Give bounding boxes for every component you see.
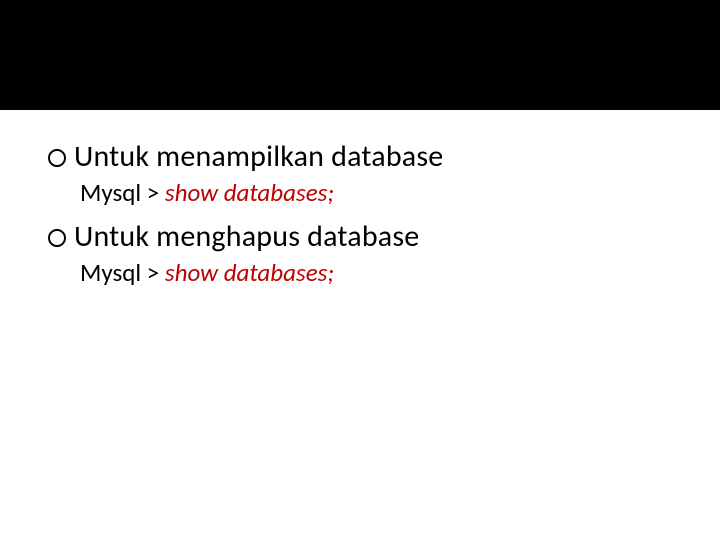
list-item: Untuk menampilkan database — [48, 138, 672, 175]
bullet-circle-icon — [48, 229, 66, 247]
command-text-2: show databases; — [165, 257, 334, 288]
bullet-circle-icon — [48, 149, 66, 167]
code-line-2: Mysql > show databases; — [80, 257, 672, 288]
prompt-text-1: Mysql > — [80, 177, 165, 208]
bullet-text-1: Untuk menampilkan database — [74, 138, 443, 175]
bullet-text-2: Untuk menghapus database — [74, 218, 419, 255]
command-text-1: show databases; — [165, 177, 334, 208]
slide-title-bar — [0, 0, 720, 110]
code-line-1: Mysql > show databases; — [80, 177, 672, 208]
prompt-text-2: Mysql > — [80, 257, 165, 288]
slide-content: Untuk menampilkan database Mysql > show … — [0, 110, 720, 288]
list-item: Untuk menghapus database — [48, 218, 672, 255]
